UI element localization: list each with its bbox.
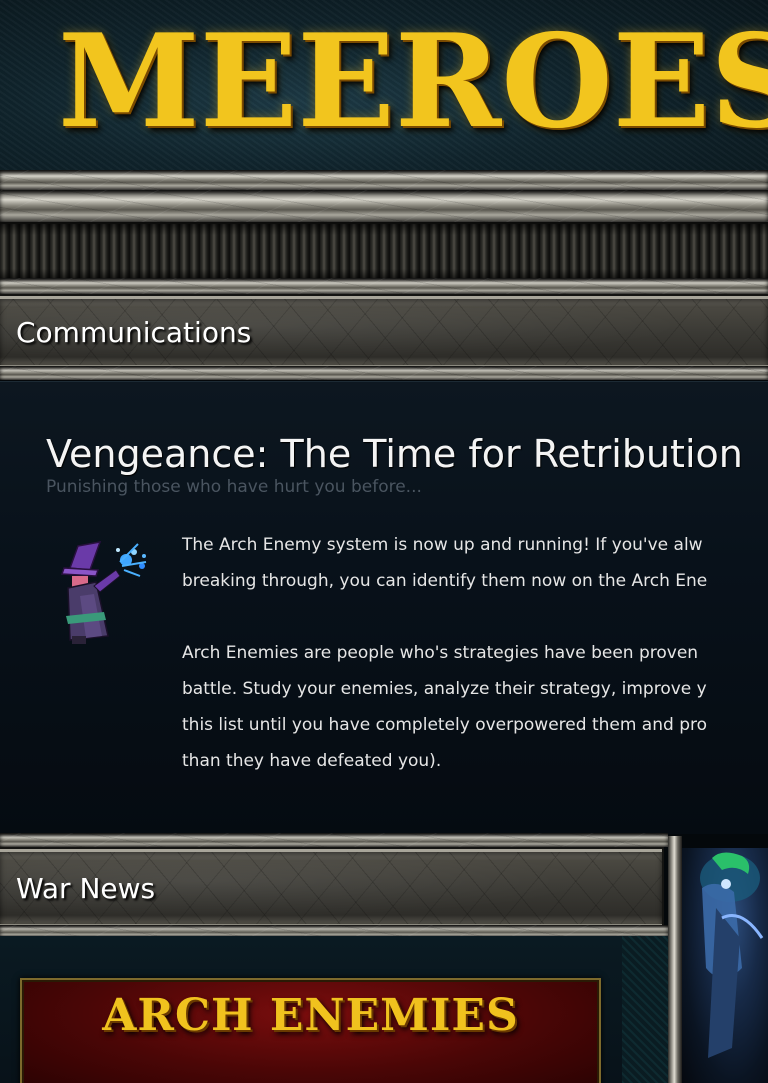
article-line: breaking through, you can identify them … xyxy=(182,571,708,591)
page: MEEROES Communications Vengeance: The Ti… xyxy=(0,0,768,1083)
side-artwork-figure xyxy=(700,852,764,1058)
arch-enemies-title: ARCH ENEMIES xyxy=(102,990,519,1041)
decorative-grille xyxy=(0,222,768,282)
arch-enemies-banner[interactable]: ARCH ENEMIES xyxy=(20,978,601,1083)
war-news-title: War News xyxy=(16,872,156,905)
site-logo[interactable]: MEEROES xyxy=(58,2,768,162)
communications-trim xyxy=(0,366,768,380)
site-header: MEEROES xyxy=(0,0,768,172)
header-trim-middle xyxy=(0,190,768,222)
article-line: The Arch Enemy system is now up and runn… xyxy=(182,535,703,555)
article-line: than they have defeated you). xyxy=(182,751,442,771)
article-line: this list until you have completely over… xyxy=(182,715,707,735)
war-news-bar: War News xyxy=(0,849,662,927)
article-line: battle. Study your enemies, analyze thei… xyxy=(182,679,707,699)
article-line: Arch Enemies are people who's strategies… xyxy=(182,643,699,663)
header-trim-top xyxy=(0,170,768,190)
header-trim-bottom xyxy=(0,278,768,294)
war-news-trim-top xyxy=(0,833,668,847)
wizard-icon xyxy=(60,541,147,644)
side-artwork xyxy=(682,848,768,1083)
article-body: The Arch Enemy system is now up and runn… xyxy=(182,527,768,779)
communications-title: Communications xyxy=(16,316,252,349)
article-subheading: Punishing those who have hurt you before… xyxy=(46,477,422,497)
communications-bar: Communications xyxy=(0,296,768,368)
side-pillar xyxy=(668,836,682,1083)
article-headline[interactable]: Vengeance: The Time for Retribution xyxy=(46,432,743,476)
